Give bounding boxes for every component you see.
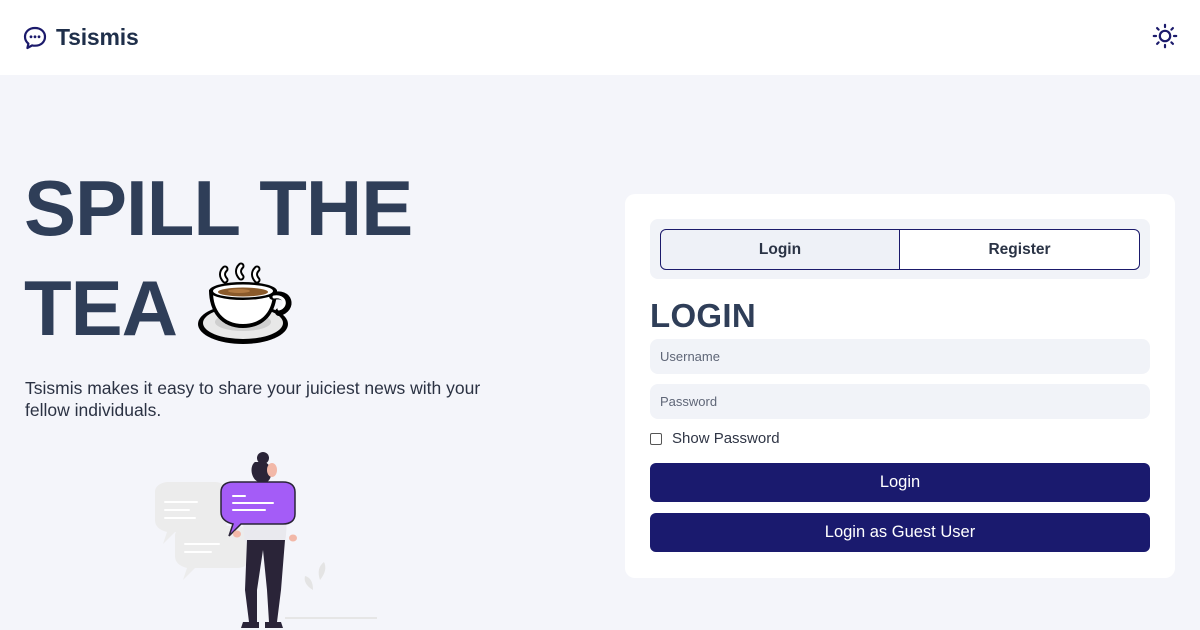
auth-card: Login Register LOGIN Show Password Login… bbox=[625, 194, 1175, 578]
hero-title-line-2: TEA bbox=[24, 258, 412, 358]
hot-beverage-icon bbox=[197, 260, 297, 350]
hero-title-tea: TEA bbox=[24, 264, 178, 352]
hero-title-line-1: SPILL THE bbox=[24, 164, 413, 252]
auth-tabs: Login Register bbox=[650, 219, 1150, 279]
show-password-checkbox[interactable] bbox=[650, 432, 662, 445]
login-button[interactable]: Login bbox=[650, 463, 1150, 502]
username-input[interactable] bbox=[650, 339, 1150, 374]
chat-bubble-icon bbox=[23, 26, 47, 49]
sun-icon bbox=[1152, 23, 1178, 49]
show-password-toggle[interactable]: Show Password bbox=[650, 430, 780, 447]
hero-description: Tsismis makes it easy to share your juic… bbox=[25, 378, 481, 420]
brand-logo[interactable]: Tsismis bbox=[22, 24, 139, 51]
brand-name: Tsismis bbox=[56, 24, 139, 50]
login-as-guest-button[interactable]: Login as Guest User bbox=[650, 513, 1150, 552]
theme-toggle-button[interactable] bbox=[1150, 21, 1180, 51]
login-heading: LOGIN bbox=[650, 297, 756, 334]
tab-login[interactable]: Login bbox=[660, 229, 900, 270]
show-password-label: Show Password bbox=[672, 430, 780, 447]
tab-register[interactable]: Register bbox=[900, 229, 1140, 270]
navbar: Tsismis bbox=[0, 0, 1200, 75]
woman-with-chat-bubbles-illustration bbox=[145, 450, 385, 630]
password-input[interactable] bbox=[650, 384, 1150, 419]
hero-title: SPILL THE TEA bbox=[24, 158, 413, 358]
